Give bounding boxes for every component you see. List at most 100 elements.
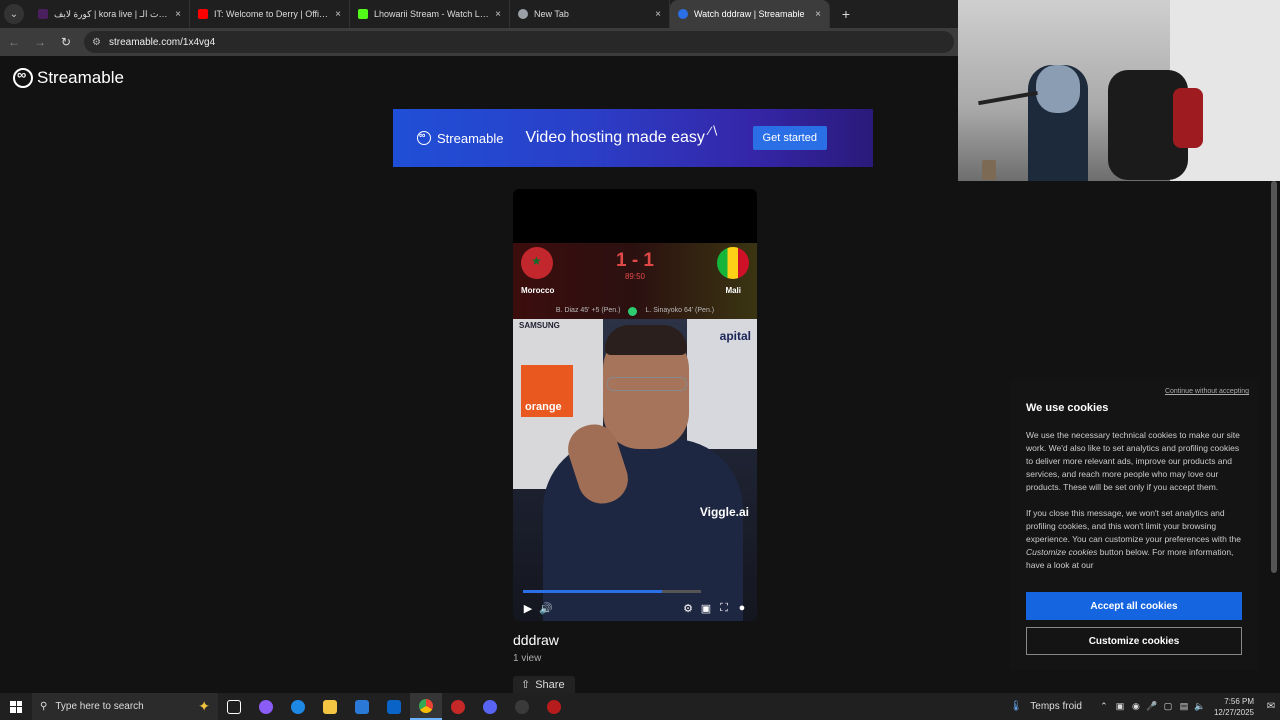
kora-favicon-icon	[38, 9, 48, 19]
picture-in-picture-icon[interactable]: ▣	[697, 599, 715, 617]
forward-arrow-icon[interactable]: →	[28, 30, 52, 54]
webcam-chair-accent	[1173, 88, 1203, 148]
banner-tagline: Video hosting made easy	[525, 129, 705, 146]
match-score: 1 - 1	[615, 250, 655, 271]
streamable-player-icon[interactable]: ●	[733, 599, 751, 617]
thermometer-icon: 🌡	[1009, 701, 1023, 712]
tray-app-icon[interactable]: ▣	[1112, 701, 1128, 712]
file-explorer-icon[interactable]	[314, 693, 346, 720]
streamable-favicon-icon	[678, 9, 688, 19]
search-highlight-icon: ✦	[198, 698, 210, 714]
browser-tab[interactable]: New Tab ×	[510, 0, 670, 28]
streamable-logo[interactable]: Streamable	[13, 67, 124, 88]
browser-tab[interactable]: كورة لايف | kora live | مباريات الـ ×	[30, 0, 190, 28]
fullscreen-icon[interactable]: ⛶	[715, 599, 733, 617]
speaker-hair	[605, 325, 687, 355]
continue-without-accepting-link[interactable]: Continue without accepting	[1165, 388, 1249, 395]
copilot-icon[interactable]	[250, 693, 282, 720]
edge-icon[interactable]	[282, 693, 314, 720]
match-clock: 89:50	[624, 272, 646, 281]
streamable-logo-icon	[417, 130, 431, 145]
page-scrollbar[interactable]	[1271, 181, 1277, 573]
outlook-icon[interactable]	[378, 693, 410, 720]
clock-date: 12/27/2025	[1213, 707, 1254, 717]
cookie-banner: Continue without accepting We use cookie…	[1010, 380, 1258, 670]
get-started-button[interactable]: Get started	[752, 126, 827, 150]
start-button[interactable]	[0, 693, 32, 720]
clock-time: 7:56 PM	[1224, 696, 1254, 706]
task-view-icon[interactable]	[218, 693, 250, 720]
system-tray: 🌡 Temps froid ⌃ ▣ ◉ 🎤 ▢ ▤ 🔈 7:56 PM 12/2…	[1010, 693, 1280, 720]
browser-tab[interactable]: Lhowarii Stream - Watch Live on ×	[350, 0, 510, 28]
browser-tab-active[interactable]: Watch dddraw | Streamable ×	[670, 0, 830, 28]
microphone-icon[interactable]: 🎤	[1144, 701, 1160, 712]
close-icon[interactable]: ×	[815, 9, 821, 20]
play-icon[interactable]: ▶	[519, 599, 537, 617]
home-scorer: B. Diaz 45' +5 (Pen.)	[555, 307, 621, 314]
volume-icon[interactable]: 🔈	[1192, 701, 1208, 712]
promo-banner[interactable]: Streamable Video hosting made easy ∕∖ Ge…	[393, 109, 873, 167]
home-team-name: Morocco	[521, 286, 555, 295]
site-info-icon[interactable]: ⚙	[92, 37, 101, 48]
tab-title: Watch dddraw | Streamable	[694, 9, 805, 19]
banner-logo: Streamable	[417, 130, 504, 146]
weather-text: Temps froid	[1030, 701, 1082, 712]
cookie-paragraph: We use the necessary technical cookies t…	[1026, 430, 1240, 492]
viggle-watermark: Viggle.ai	[699, 505, 749, 519]
taskbar-search[interactable]: ⚲ Type here to search ✦	[32, 693, 218, 720]
reload-icon[interactable]: ↻	[54, 30, 78, 54]
tray-app-icon[interactable]: ◉	[1128, 701, 1144, 712]
speaker-figure	[543, 325, 743, 621]
close-icon[interactable]: ×	[655, 9, 661, 20]
tab-strip: ⌄ كورة لايف | kora live | مباريات الـ × …	[0, 0, 960, 28]
video-player[interactable]: Morocco Mali 1 - 1 89:50 B. Diaz 45' +5 …	[513, 189, 757, 621]
logo-text: Streamable	[37, 68, 124, 87]
windows-logo-icon	[10, 700, 22, 713]
share-icon: ⇧	[521, 679, 531, 691]
volume-icon[interactable]: 🔊	[537, 599, 555, 617]
red-app-icon[interactable]	[442, 693, 474, 720]
browser-toolbar: ← → ↻ ⚙ streamable.com/1x4vg4	[0, 28, 960, 56]
tab-search-icon[interactable]: ⌄	[4, 4, 24, 24]
tray-app-icon[interactable]: ▢	[1160, 701, 1176, 712]
share-button[interactable]: ⇧ Share	[513, 676, 575, 693]
accept-all-cookies-button[interactable]: Accept all cookies	[1026, 592, 1242, 620]
sparkle-icon: ∕∖	[708, 124, 719, 138]
k-app-icon[interactable]	[506, 693, 538, 720]
ball-icon	[628, 307, 638, 316]
seek-bar[interactable]	[523, 590, 701, 593]
customize-cookies-button[interactable]: Customize cookies	[1026, 627, 1242, 655]
view-count: 1 view	[513, 653, 542, 664]
new-tab-button[interactable]: +	[834, 2, 858, 26]
store-icon[interactable]	[346, 693, 378, 720]
chrome-icon[interactable]	[410, 693, 442, 720]
weather-widget[interactable]: 🌡 Temps froid	[1010, 701, 1082, 712]
chevron-up-icon[interactable]: ⌃	[1096, 701, 1112, 712]
back-arrow-icon[interactable]: ←	[2, 30, 26, 54]
streamable-logo-icon	[13, 67, 33, 88]
settings-icon[interactable]: ⚙	[679, 599, 697, 617]
webcam-streamer-head	[1036, 65, 1080, 113]
video-title: dddraw	[513, 632, 559, 648]
cookie-title: We use cookies	[1026, 402, 1109, 414]
player-controls: ▶ 🔊 ⚙ ▣ ⛶ ●	[513, 597, 757, 619]
address-bar[interactable]: ⚙ streamable.com/1x4vg4	[84, 31, 954, 53]
cookie-text: We use the necessary technical cookies t…	[1026, 429, 1248, 585]
away-scorer: L. Sinayoko 64' (Pen.)	[645, 307, 715, 314]
notification-icon[interactable]: ✉	[1262, 701, 1280, 712]
cookie-paragraph: If you close this message, we won't set …	[1026, 507, 1248, 572]
close-icon[interactable]: ×	[175, 9, 181, 20]
cookie-paragraph-emphasis: Customize cookies	[1026, 547, 1098, 557]
globe-favicon-icon	[518, 9, 528, 19]
discord-icon[interactable]	[474, 693, 506, 720]
away-team-name: Mali	[725, 286, 741, 295]
network-icon[interactable]: ▤	[1176, 701, 1192, 712]
close-icon[interactable]: ×	[335, 9, 341, 20]
banner-brand: Streamable	[437, 130, 504, 146]
close-icon[interactable]: ×	[495, 9, 501, 20]
taskbar: ⚲ Type here to search ✦ 🌡 Temps froid ⌃ …	[0, 693, 1280, 720]
speaker-glasses	[607, 377, 687, 391]
clock[interactable]: 7:56 PM 12/27/2025	[1214, 696, 1254, 718]
browser-tab[interactable]: IT: Welcome to Derry | Official T ×	[190, 0, 350, 28]
dark-app-icon[interactable]	[538, 693, 570, 720]
